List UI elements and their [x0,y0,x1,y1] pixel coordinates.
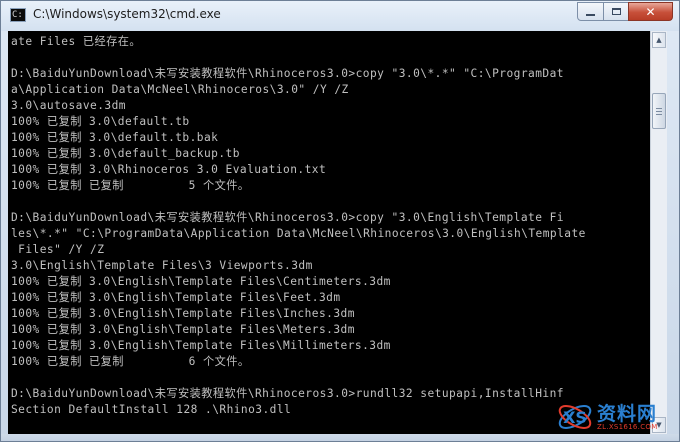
maximize-button[interactable] [603,2,629,21]
vertical-scrollbar[interactable]: ▲ ▼ [650,31,667,434]
grip-line [656,111,662,112]
watermark: XS 资料网 ZL.XS1616.COM [555,395,675,439]
console-line: 3.0\autosave.3dm [11,99,126,112]
cmd-window: C: C:\Windows\system32\cmd.exe ✕ ate Fil… [0,0,680,442]
console-line: D:\BaiduYunDownload\未写安装教程软件\Rhinoceros3… [11,387,564,400]
console-line: 100% 已复制 3.0\English\Template Files\Cent… [11,275,391,288]
window-controls: ✕ [577,2,673,21]
console-line: D:\BaiduYunDownload\未写安装教程软件\Rhinoceros3… [11,211,564,224]
console-line: 100% 已复制 3.0\English\Template Files\Mill… [11,339,391,352]
console-line: 100% 已复制 3.0\default.tb [11,115,190,128]
console-line: 100% 已复制 3.0\Rhinoceros 3.0 Evaluation.t… [11,163,327,176]
cmd-icon[interactable]: C: [10,8,26,22]
window-title: C:\Windows\system32\cmd.exe [33,7,221,21]
console-line: 100% 已复制 3.0\default.tb.bak [11,131,219,144]
title-bar[interactable]: C: C:\Windows\system32\cmd.exe ✕ [1,1,679,31]
watermark-name: 资料网 [597,403,658,425]
console-line: 100% 已复制 已复制 5 个文件。 [11,179,250,192]
svg-text:XS: XS [563,408,587,427]
console-line: a\Application Data\McNeel\Rhinoceros\3.0… [11,83,349,96]
console-line: 100% 已复制 已复制 6 个文件。 [11,355,250,368]
maximize-icon [611,8,621,15]
arrow-up-icon: ▲ [656,36,662,44]
console-line: Section DefaultInstall 128 .\Rhino3.dll [11,403,292,416]
close-icon: ✕ [645,4,656,19]
console-line: les\*.*" "C:\ProgramData\Application Dat… [11,227,586,240]
console-line: 100% 已复制 3.0\English\Template Files\Mete… [11,323,355,336]
watermark-logo-icon: XS [558,405,592,429]
console-lines: ate Files 已经存在。 D:\BaiduYunDownload\未写安装教… [11,34,586,418]
console-line: 100% 已复制 3.0\default_backup.tb [11,147,240,160]
grip-line [656,114,662,115]
watermark-url: ZL.XS1616.COM [597,423,658,431]
console-line: D:\BaiduYunDownload\未写安装教程软件\Rhinoceros3… [11,67,564,80]
minimize-button[interactable] [577,2,604,21]
scroll-up-button[interactable]: ▲ [652,32,666,48]
console-line: ate Files 已经存在。 [11,35,142,48]
console-output[interactable]: ate Files 已经存在。 D:\BaiduYunDownload\未写安装教… [8,31,650,434]
minimize-icon [586,14,595,16]
console-line: 3.0\English\Template Files\3 Viewports.3… [11,259,313,272]
console-line: 100% 已复制 3.0\English\Template Files\Feet… [11,291,341,304]
grip-line [656,108,662,109]
console-line: 100% 已复制 3.0\English\Template Files\Inch… [11,307,355,320]
close-button[interactable]: ✕ [628,2,673,21]
scroll-thumb[interactable] [652,93,666,129]
console-line: Files" /Y /Z [11,243,105,256]
